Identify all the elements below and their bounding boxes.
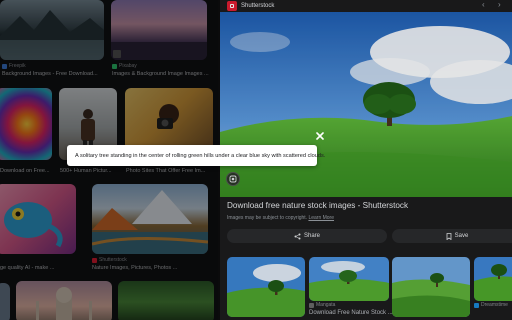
favicon-icon <box>112 63 117 69</box>
source-label: Dreamstime <box>481 302 508 308</box>
preview-title[interactable]: Download free nature stock images - Shut… <box>227 201 408 210</box>
site-name[interactable]: Shutterstock <box>241 3 274 9</box>
tooltip-text: A solitary tree standing in the center o… <box>75 152 326 159</box>
favicon-icon <box>474 302 479 308</box>
lens-icon[interactable] <box>226 172 240 186</box>
related-source: Dreamstime <box>474 302 508 308</box>
result-image-chameleon[interactable] <box>0 184 76 254</box>
favicon-icon <box>92 257 97 263</box>
result-title[interactable]: 500+ Human Pictur... <box>60 168 118 174</box>
favicon-icon <box>309 302 314 308</box>
result-image-monument[interactable] <box>16 281 112 320</box>
result-title[interactable]: Photo Sites That Offer Free Im... <box>126 168 214 174</box>
result-source: Pixabay <box>112 63 137 69</box>
close-icon[interactable] <box>314 130 326 142</box>
result-image-leaves[interactable] <box>118 281 214 320</box>
related-image-4[interactable] <box>474 257 512 301</box>
result-image-taj[interactable] <box>0 283 10 320</box>
result-title[interactable]: Background Images - Free Download... <box>2 71 102 77</box>
related-image-1[interactable] <box>227 257 305 317</box>
source-label: Shutterstock <box>99 257 127 263</box>
related-image-3[interactable] <box>392 257 470 317</box>
share-button[interactable]: Share <box>227 229 387 243</box>
related-image-2[interactable] <box>309 257 389 301</box>
result-source: Shutterstock <box>92 257 127 263</box>
source-label: Pixabay <box>119 63 137 69</box>
result-image-mountains[interactable] <box>92 184 208 254</box>
copyright-text: Images may be subject to copyright. <box>227 215 308 221</box>
save-label: Save <box>454 233 469 239</box>
favicon-icon <box>2 63 7 69</box>
related-title[interactable]: Download Free Nature Stock ... <box>309 310 393 316</box>
save-button[interactable]: Save <box>392 229 512 243</box>
result-image-swirl[interactable] <box>0 88 52 160</box>
preview-image[interactable] <box>220 12 512 197</box>
result-title[interactable]: Download on Free... <box>0 168 54 174</box>
next-result-button[interactable]: › <box>498 0 501 10</box>
image-description-tooltip: A solitary tree standing in the center o… <box>67 145 325 166</box>
related-source: Mangata <box>309 302 335 308</box>
copyright-note: Images may be subject to copyright. Lear… <box>227 215 334 221</box>
share-icon <box>294 233 301 239</box>
previous-result-button[interactable]: ‹ <box>482 0 485 10</box>
result-title[interactable]: ge quality AI - make ... <box>0 265 78 271</box>
source-label: Freepik <box>9 63 26 69</box>
result-image-sunset[interactable] <box>111 0 207 60</box>
source-label: Mangata <box>316 302 336 308</box>
share-label: Share <box>303 233 320 239</box>
bookmark-icon <box>446 232 452 240</box>
result-source: Freepik <box>2 63 26 69</box>
result-image-lake[interactable] <box>0 0 104 60</box>
result-title[interactable]: Nature Images, Pictures, Photos ... <box>92 265 208 271</box>
learn-more-link[interactable]: Learn More <box>308 215 334 221</box>
preview-header: Shutterstock ‹ › <box>220 0 512 12</box>
shutterstock-logo-icon <box>227 1 237 11</box>
result-title[interactable]: Images & Background Image Images ... <box>112 71 212 77</box>
